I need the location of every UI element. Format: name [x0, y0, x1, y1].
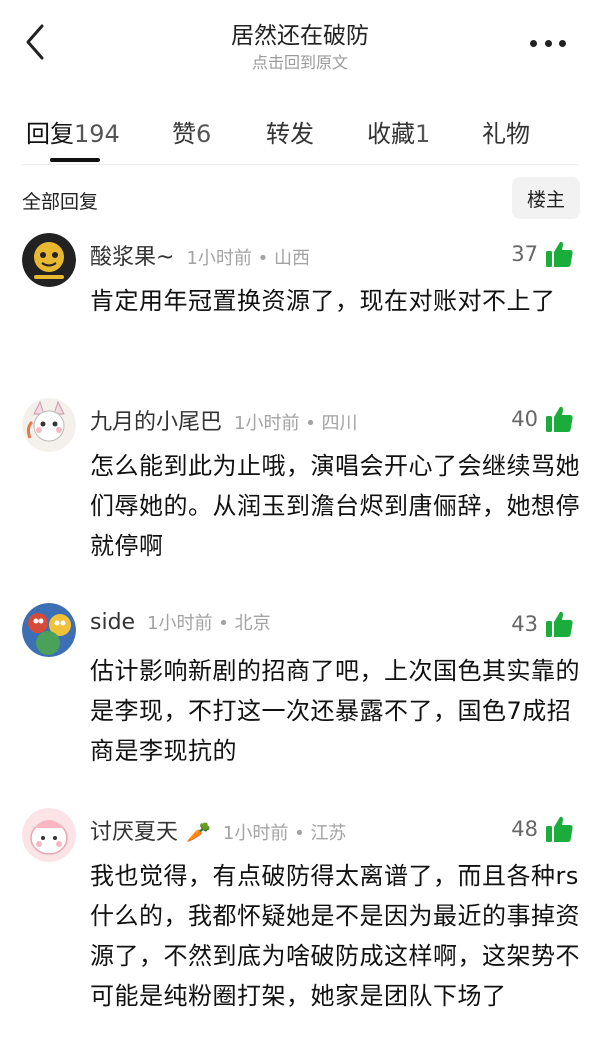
all-replies-label: 全部回复 — [22, 191, 99, 213]
op-only-button[interactable]: 楼主 — [512, 177, 580, 219]
thumbs-up-icon — [546, 241, 573, 267]
comment-meta: side 1小时前 • 北京 — [90, 609, 271, 635]
more-dots-icon — [530, 39, 537, 47]
comment-meta: 讨厌夏天 🥕 1小时前 • 江苏 — [90, 814, 346, 846]
comment-item: 酸浆果~ 1小时前 • 山西 37 肯定用年冠置换资源了，现在对账对不上了 — [0, 233, 600, 353]
comment-text: 肯定用年冠置换资源了，现在对账对不上了 — [90, 287, 556, 315]
time-location: 1小时前 • 山西 — [186, 248, 310, 269]
comment-meta: 九月的小尾巴 1小时前 • 四川 — [90, 404, 358, 436]
top-bar: 居然还在破防 点击回到原文 — [0, 0, 600, 90]
like-button[interactable]: 40 — [511, 404, 574, 434]
username[interactable]: 酸浆果~ — [90, 239, 174, 271]
thumbs-up-icon — [546, 611, 573, 637]
like-count: 37 — [511, 242, 538, 266]
like-button[interactable]: 43 — [511, 609, 574, 639]
time-location: 1小时前 • 四川 — [234, 413, 358, 434]
comment-meta: 酸浆果~ 1小时前 • 山西 — [90, 239, 310, 271]
like-button[interactable]: 37 — [511, 239, 574, 269]
username[interactable]: 讨厌夏天 — [90, 814, 178, 846]
comment-text: 我也觉得，有点破防得太离谱了，而且各种rs什么的，我都怀疑她是不是因为最近的事掉… — [90, 862, 580, 1010]
comment-item: 九月的小尾巴 1小时前 • 四川 40 怎么能到此为止哦，演唱会开心了会继续骂她… — [0, 398, 600, 560]
tab-gifts[interactable]: 礼物 — [482, 114, 530, 149]
avatar[interactable] — [22, 603, 76, 657]
time-location: 1小时前 • 江苏 — [222, 823, 347, 844]
more-button[interactable] — [530, 38, 566, 48]
like-count: 40 — [511, 407, 538, 431]
like-count: 48 — [511, 817, 538, 841]
tab-replies[interactable]: 回复194 — [26, 114, 120, 149]
thumbs-up-icon — [546, 816, 573, 842]
comment-text: 怎么能到此为止哦，演唱会开心了会继续骂她们辱她的。从润玉到澹台烬到唐俪辞，她想停… — [90, 452, 580, 560]
time-location: 1小时前 • 北京 — [147, 613, 271, 634]
tab-favorites[interactable]: 收藏1 — [367, 114, 430, 149]
carrot-badge-icon: 🥕 — [186, 820, 211, 844]
back-to-original-link[interactable]: 点击回到原文 — [0, 49, 600, 73]
avatar[interactable] — [22, 233, 76, 287]
comment-item: side 1小时前 • 北京 43 估计影响新剧的招商了吧，上次国色其实靠的是李… — [0, 603, 600, 765]
avatar[interactable] — [22, 398, 76, 452]
tab-likes[interactable]: 赞6 — [172, 114, 211, 149]
comment-text: 估计影响新剧的招商了吧，上次国色其实靠的是李现，不打这一次还暴露不了，国色7成招… — [90, 657, 580, 765]
comment-item: 讨厌夏天 🥕 1小时前 • 江苏 48 我也觉得，有点破防得太离谱了，而且各种r… — [0, 808, 600, 1048]
tab-bar: 回复194 赞6 转发 收藏1 礼物 — [0, 112, 600, 166]
like-count: 43 — [511, 612, 538, 636]
page-title: 居然还在破防 — [231, 23, 369, 49]
avatar[interactable] — [22, 808, 76, 862]
tab-reposts[interactable]: 转发 — [266, 114, 314, 149]
username[interactable]: side — [90, 610, 135, 635]
divider — [22, 164, 578, 165]
thumbs-up-icon — [546, 406, 573, 432]
username[interactable]: 九月的小尾巴 — [90, 404, 222, 436]
active-tab-indicator — [50, 158, 100, 162]
like-button[interactable]: 48 — [511, 814, 574, 844]
